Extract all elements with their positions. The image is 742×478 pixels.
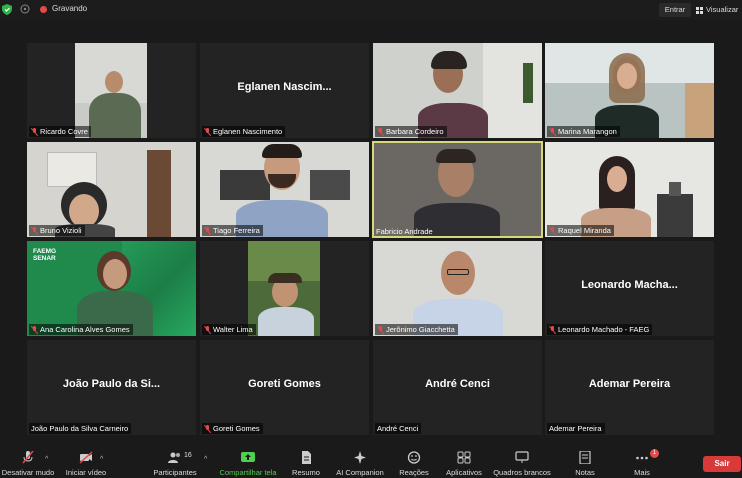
participant-video (373, 43, 542, 138)
participant-name-tag: Jerônimo Giacchetta (375, 324, 458, 335)
mic-muted-icon (377, 127, 384, 136)
mic-muted-icon (549, 127, 556, 136)
video-off-icon (79, 451, 93, 464)
whiteboards-button[interactable]: Quadros brancos (492, 446, 552, 478)
mic-muted-icon (31, 127, 38, 136)
notes-button[interactable]: Notas (570, 446, 600, 478)
participant-name-tag: Ana Carolina Alves Gomes (29, 324, 133, 335)
apps-icon (457, 451, 471, 464)
mic-muted-icon (31, 226, 38, 235)
share-screen-button[interactable]: Compartilhar tela (218, 446, 278, 478)
recording-label: Gravando (52, 4, 88, 13)
document-icon (302, 451, 311, 464)
apps-button[interactable]: Aplicativos (443, 446, 485, 478)
participants-button[interactable]: 16 Participantes (150, 446, 200, 478)
participant-video (75, 43, 147, 138)
participant-tile[interactable]: Barbara Cordeiro (373, 43, 542, 138)
participant-name-tag: Goreti Gomes (202, 423, 263, 434)
mic-muted-icon (31, 325, 38, 334)
notes-icon (579, 451, 591, 464)
participants-count: 16 (184, 452, 192, 459)
view-button[interactable]: Visualizar (694, 3, 740, 17)
mic-muted-icon (204, 226, 211, 235)
participant-video: FAEMG SENAR (27, 241, 196, 336)
participant-display-name: João Paulo da Si... (62, 378, 161, 390)
participants-options-caret-icon[interactable]: ^ (204, 456, 207, 463)
participant-tile[interactable]: Marina Marangon (545, 43, 714, 138)
mic-muted-icon (204, 424, 211, 433)
participant-tile[interactable]: Leonardo Macha... Leonardo Machado - FAE… (545, 241, 714, 336)
shield-icon[interactable] (2, 4, 12, 15)
participant-name-tag: André Cenci (375, 423, 422, 434)
participant-video (545, 142, 714, 237)
participant-video (27, 142, 196, 237)
participant-video (248, 241, 320, 336)
participant-name-tag: Eglanen Nascimento (202, 126, 286, 137)
grid-icon (696, 6, 703, 14)
participant-video (545, 43, 714, 138)
participant-name-tag: Ademar Pereira (547, 423, 605, 434)
participants-icon (168, 452, 180, 463)
participant-display-name: Ademar Pereira (588, 378, 671, 390)
info-icon[interactable] (20, 4, 30, 14)
view-label: Visualizar (706, 5, 739, 14)
participant-name-tag: Marina Marangon (547, 126, 620, 137)
participant-name-tag: Fabricio Andrade (376, 227, 433, 236)
participant-tile[interactable]: Ademar Pereira Ademar Pereira (545, 340, 714, 435)
more-icon (636, 456, 648, 460)
more-button[interactable]: 1 Mais (628, 446, 659, 478)
whiteboard-icon (515, 451, 529, 463)
mic-muted-icon (377, 325, 384, 334)
summary-button[interactable]: Resumo (290, 446, 322, 478)
participant-name-tag: Barbara Cordeiro (375, 126, 447, 137)
participant-display-name: Leonardo Macha... (581, 279, 678, 291)
start-video-button[interactable]: Iniciar vídeo (60, 446, 112, 478)
emoji-icon (407, 451, 421, 464)
meeting-toolbar: Desativar mudo ^ Iniciar vídeo ^ 16 Part… (0, 446, 742, 478)
participant-tile[interactable]: André Cenci André Cenci (373, 340, 542, 435)
participant-display-name: Eglanen Nascim... (237, 81, 332, 93)
participant-display-name: Goreti Gomes (248, 378, 321, 390)
participant-video (374, 143, 541, 236)
participant-tile[interactable]: Bruno Vizioli (27, 142, 196, 237)
participant-tile[interactable]: Ricardo Covre (27, 43, 196, 138)
mic-muted-icon (204, 325, 211, 334)
more-badge: 1 (650, 449, 659, 458)
mic-muted-icon (204, 127, 211, 136)
mic-muted-icon (549, 226, 556, 235)
enter-button[interactable]: Entrar (659, 3, 691, 17)
participant-tile[interactable]: Eglanen Nascim... Eglanen Nascimento (200, 43, 369, 138)
participant-tile[interactable]: João Paulo da Si... João Paulo da Silva … (27, 340, 196, 435)
participant-name-tag: Leonardo Machado - FAEG (547, 324, 653, 335)
participant-tile[interactable]: Walter Lima (200, 241, 369, 336)
participant-tile[interactable]: FAEMG SENAR Ana Carolina Alves Gomes (27, 241, 196, 336)
participant-tile[interactable]: Jerônimo Giacchetta (373, 241, 542, 336)
participant-name-tag: João Paulo da Silva Carneiro (29, 423, 132, 434)
leave-button[interactable]: Sair (703, 456, 741, 472)
participant-name-tag: Walter Lima (202, 324, 256, 335)
participant-name-tag: Ricardo Covre (29, 126, 91, 137)
participant-name-tag: Raquel Miranda (547, 225, 614, 236)
mute-options-caret-icon[interactable]: ^ (45, 456, 48, 463)
video-options-caret-icon[interactable]: ^ (100, 456, 103, 463)
top-bar: Gravando Entrar Visualizar (0, 0, 742, 20)
participant-display-name: André Cenci (425, 378, 490, 390)
participant-tile[interactable]: Tiago Ferreira (200, 142, 369, 237)
participant-tile[interactable]: Goreti Gomes Goreti Gomes (200, 340, 369, 435)
mic-muted-icon (549, 325, 556, 334)
participant-tile[interactable]: Raquel Miranda (545, 142, 714, 237)
share-screen-icon (241, 452, 255, 462)
reactions-button[interactable]: Reações (396, 446, 432, 478)
sparkle-icon (354, 451, 366, 464)
recording-icon (40, 6, 47, 13)
participant-name-tag: Bruno Vizioli (29, 225, 85, 236)
participant-video (373, 241, 542, 336)
participant-tile-active-speaker[interactable]: Fabricio Andrade (372, 141, 543, 238)
participant-video (200, 142, 369, 237)
participant-name-tag: Tiago Ferreira (202, 225, 263, 236)
faemg-logo: FAEMG SENAR (33, 248, 57, 262)
mic-off-icon (22, 451, 34, 464)
ai-companion-button[interactable]: AI Companion (334, 446, 386, 478)
